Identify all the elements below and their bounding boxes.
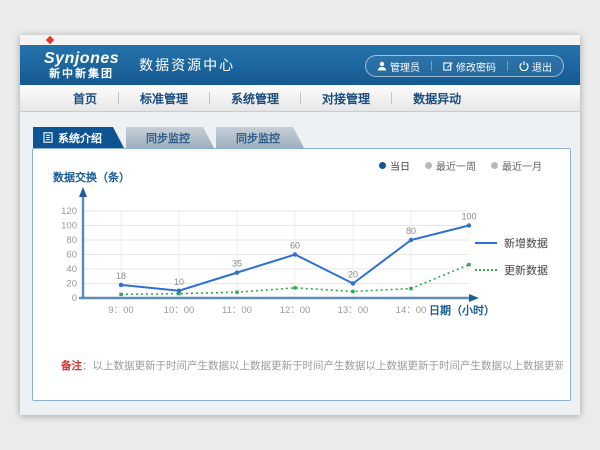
legend-line-sample bbox=[475, 242, 497, 244]
tab-sync-monitor-2[interactable]: 同步监控 bbox=[216, 127, 304, 148]
legend-line-sample bbox=[475, 269, 497, 271]
svg-text:20: 20 bbox=[348, 270, 358, 280]
chart-legend: 新增数据 更新数据 bbox=[475, 235, 548, 289]
user-menu-change-password-label: 修改密码 bbox=[456, 59, 496, 74]
content-area: 系统介绍 同步监控 同步监控 当日 最近一周 bbox=[20, 112, 580, 415]
tab-system-intro[interactable]: 系统介绍 bbox=[33, 127, 124, 148]
logo-company: 新中新集团 bbox=[44, 68, 119, 80]
chart-panel: 当日 最近一周 最近一月 020406080100120181035602080… bbox=[32, 148, 571, 401]
nav-item-home[interactable]: 首页 bbox=[52, 90, 118, 107]
user-menu-change-password[interactable]: 修改密码 bbox=[443, 59, 496, 74]
svg-text:100: 100 bbox=[61, 221, 77, 232]
svg-text:60: 60 bbox=[66, 250, 77, 261]
legend-label: 新增数据 bbox=[504, 235, 548, 251]
user-menu-separator bbox=[431, 61, 432, 71]
power-icon bbox=[519, 61, 529, 71]
tab-sync-monitor-1[interactable]: 同步监控 bbox=[126, 127, 214, 148]
legend-item-new-data[interactable]: 新增数据 bbox=[475, 235, 548, 251]
svg-text:35: 35 bbox=[232, 259, 242, 269]
logo: Synjones 新中新集团 bbox=[44, 50, 119, 80]
svg-text:9：00: 9：00 bbox=[108, 305, 133, 316]
nav-item-standards[interactable]: 标准管理 bbox=[119, 90, 209, 107]
footnote: 备注：以上数据更新于时间产生数据以上数据更新于时间产生数据以上数据更新于时间产生… bbox=[61, 358, 563, 373]
svg-text:18: 18 bbox=[116, 271, 126, 281]
svg-text:14：00: 14：00 bbox=[396, 305, 427, 316]
logo-brand: Synjones bbox=[44, 50, 119, 68]
legend-item-updated-data[interactable]: 更新数据 bbox=[475, 262, 548, 278]
svg-text:13：00: 13：00 bbox=[338, 305, 369, 316]
legend-label: 更新数据 bbox=[504, 262, 548, 278]
user-menu: 管理员 修改密码 退出 bbox=[365, 55, 564, 77]
user-icon bbox=[377, 61, 387, 71]
svg-text:120: 120 bbox=[61, 206, 77, 217]
svg-text:0: 0 bbox=[72, 293, 77, 304]
svg-text:12：00: 12：00 bbox=[280, 305, 311, 316]
svg-text:10：00: 10：00 bbox=[164, 305, 195, 316]
svg-text:11：00: 11：00 bbox=[222, 305, 252, 316]
user-menu-logout[interactable]: 退出 bbox=[519, 59, 552, 74]
svg-text:数据交换（条）: 数据交换（条） bbox=[53, 170, 130, 184]
tab-bar: 系统介绍 同步监控 同步监控 bbox=[33, 127, 306, 148]
user-menu-logout-label: 退出 bbox=[532, 59, 552, 74]
page-title: 数据资源中心 bbox=[139, 55, 235, 75]
svg-text:40: 40 bbox=[66, 264, 77, 275]
svg-text:日期（小时）: 日期（小时） bbox=[429, 303, 495, 317]
document-icon bbox=[43, 132, 53, 143]
user-menu-separator bbox=[507, 61, 508, 71]
footnote-text: ：以上数据更新于时间产生数据以上数据更新于时间产生数据以上数据更新于时间产生数据… bbox=[82, 360, 563, 372]
tab-label: 系统介绍 bbox=[58, 130, 102, 146]
user-menu-admin[interactable]: 管理员 bbox=[377, 59, 420, 74]
user-menu-admin-label: 管理员 bbox=[390, 59, 420, 74]
tab-label: 同步监控 bbox=[236, 130, 280, 146]
svg-text:80: 80 bbox=[66, 235, 77, 246]
window-top-strip bbox=[20, 35, 580, 45]
svg-text:20: 20 bbox=[66, 279, 77, 290]
line-chart: 0 20 40 60 80 100 120 18 10 35 60 20 80 100 9：00 10：00 1… bbox=[41, 161, 511, 328]
app-header: Synjones 新中新集团 数据资源中心 管理员 修改密码 退出 bbox=[20, 45, 580, 85]
svg-text:100: 100 bbox=[461, 212, 476, 222]
nav-item-integration[interactable]: 对接管理 bbox=[301, 90, 391, 107]
svg-text:10: 10 bbox=[174, 277, 184, 287]
edit-icon bbox=[443, 61, 453, 71]
nav-item-data-changes[interactable]: 数据异动 bbox=[392, 90, 482, 107]
footnote-prefix: 备注 bbox=[61, 360, 82, 372]
svg-text:60: 60 bbox=[290, 241, 300, 251]
app-window: Synjones 新中新集团 数据资源中心 管理员 修改密码 退出 首页 标准管… bbox=[20, 35, 580, 415]
tab-label: 同步监控 bbox=[146, 130, 190, 146]
svg-text:80: 80 bbox=[406, 226, 416, 236]
nav-item-system[interactable]: 系统管理 bbox=[210, 90, 300, 107]
main-nav: 首页 标准管理 系统管理 对接管理 数据异动 bbox=[20, 85, 580, 112]
